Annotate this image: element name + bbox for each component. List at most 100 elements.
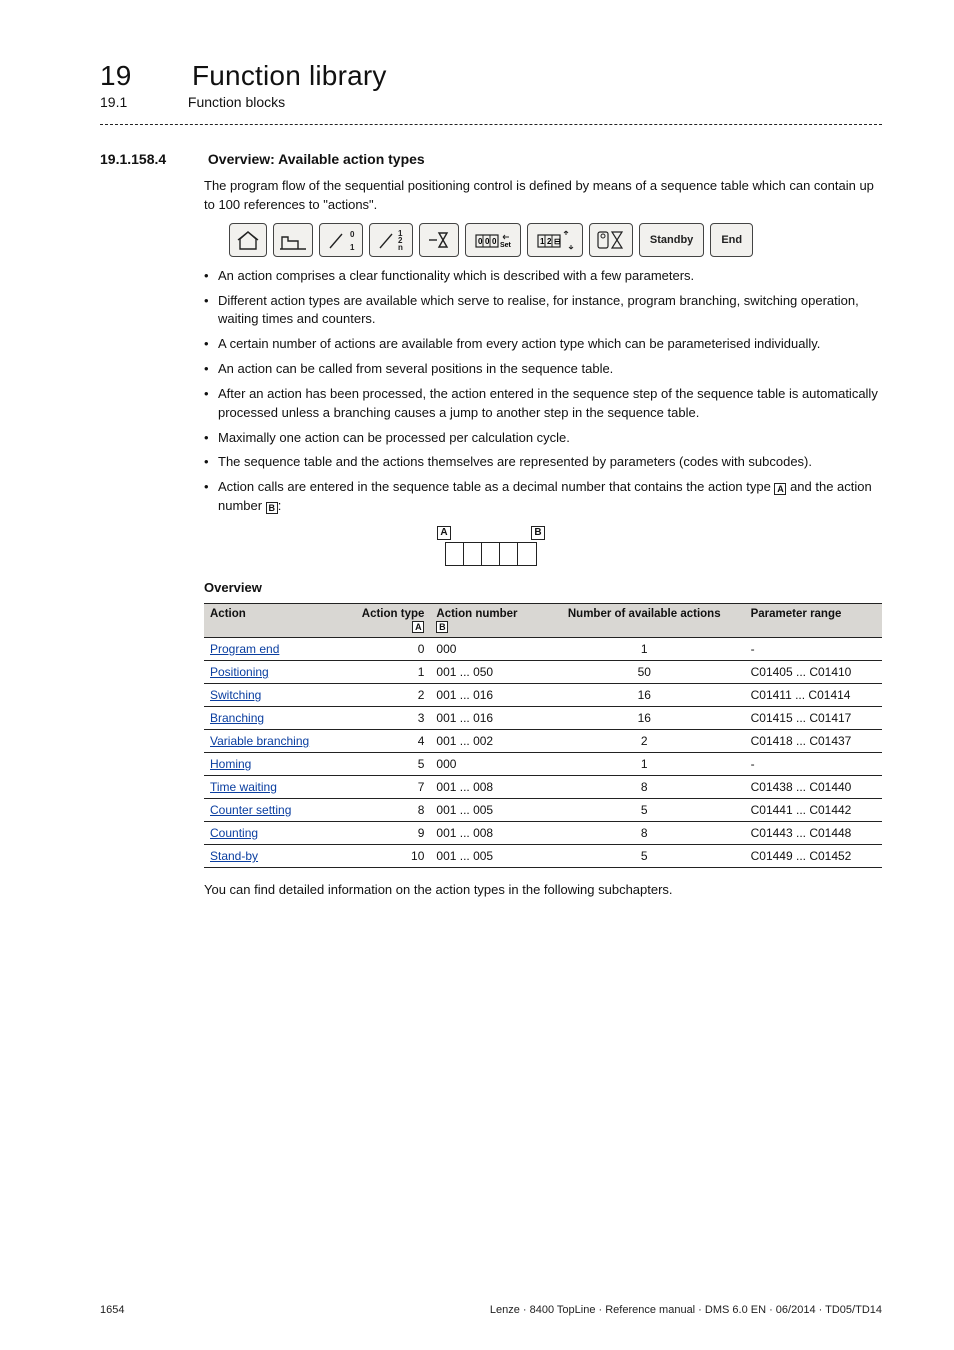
col-number: Action number B [430, 603, 543, 637]
chapter-title: Function library [192, 60, 387, 91]
cell-range: C01418 ... C01437 [745, 729, 882, 752]
cell-range: C01411 ... C01414 [745, 683, 882, 706]
table-row: Positioning1001 ... 05050C01405 ... C014… [204, 660, 882, 683]
cell-range: - [745, 752, 882, 775]
page-number: 1654 [100, 1304, 124, 1316]
list-item: A certain number of actions are availabl… [204, 335, 882, 354]
action-link[interactable]: Program end [210, 642, 279, 656]
table-row: Branching 3001 ... 01616C01415 ... C01417 [204, 706, 882, 729]
divider [100, 124, 882, 125]
cell-type: 10 [339, 844, 430, 867]
end-box: End [710, 223, 753, 257]
cell-available: 16 [544, 683, 745, 706]
table-row: Homing 50001- [204, 752, 882, 775]
counter-12-icon: 12⊟ [527, 223, 583, 257]
action-link[interactable]: Stand-by [210, 849, 258, 863]
section-heading: 19.1.158.4 Overview: Available action ty… [100, 151, 882, 167]
subchapter-title: Function blocks [188, 94, 285, 110]
chapter-heading: 19 Function library [100, 60, 882, 92]
section-title: Overview: Available action types [208, 151, 425, 167]
action-table: Action Action type A Action number B Num… [204, 603, 882, 868]
end-label: End [721, 234, 742, 246]
chapter-number: 19 [100, 60, 184, 92]
action-link[interactable]: Homing [210, 757, 251, 771]
list-item: Different action types are available whi… [204, 292, 882, 330]
col-type: Action type A [339, 603, 430, 637]
cell-number: 001 ... 008 [430, 775, 543, 798]
ab-number-diagram: A B [100, 526, 882, 566]
ramp12n-icon: 12n [369, 223, 413, 257]
section-intro: The program flow of the sequential posit… [204, 177, 882, 215]
col-available: Number of available actions [544, 603, 745, 637]
list-item: After an action has been processed, the … [204, 385, 882, 423]
counter-set-icon: 000Set [465, 223, 521, 257]
cell-number: 001 ... 050 [430, 660, 543, 683]
hourglass-icon [419, 223, 459, 257]
cell-available: 2 [544, 729, 745, 752]
cell-type: 0 [339, 637, 430, 660]
after-table-note: You can find detailed information on the… [204, 882, 882, 897]
action-link[interactable]: Time waiting [210, 780, 277, 794]
cell-number: 000 [430, 752, 543, 775]
cell-available: 5 [544, 798, 745, 821]
home-icon [229, 223, 267, 257]
svg-text:0: 0 [350, 230, 355, 239]
inline-box-b: B [266, 502, 278, 514]
svg-text:n: n [398, 243, 403, 252]
cell-type: 4 [339, 729, 430, 752]
page-footer: 1654 Lenze · 8400 TopLine · Reference ma… [100, 1304, 882, 1316]
cell-number: 001 ... 016 [430, 706, 543, 729]
table-row: Program end00001- [204, 637, 882, 660]
ramp01-icon: 01 [319, 223, 363, 257]
table-row: Counting9001 ... 0088C01443 ... C01448 [204, 821, 882, 844]
svg-text:1: 1 [540, 237, 545, 246]
cell-type: 7 [339, 775, 430, 798]
cell-number: 000 [430, 637, 543, 660]
cell-type: 3 [339, 706, 430, 729]
cell-range: C01438 ... C01440 [745, 775, 882, 798]
action-link[interactable]: Positioning [210, 665, 269, 679]
cell-type: 9 [339, 821, 430, 844]
cell-available: 5 [544, 844, 745, 867]
cell-type: 5 [339, 752, 430, 775]
svg-text:0: 0 [492, 237, 497, 246]
cell-available: 8 [544, 775, 745, 798]
action-link[interactable]: Branching [210, 711, 264, 725]
sandclock-icon [589, 223, 633, 257]
box-letter-a: A [437, 526, 451, 540]
list-item: Action calls are entered in the sequence… [204, 478, 882, 516]
action-link[interactable]: Counting [210, 826, 258, 840]
action-link[interactable]: Switching [210, 688, 261, 702]
cell-range: C01449 ... C01452 [745, 844, 882, 867]
cell-available: 1 [544, 752, 745, 775]
overview-heading: Overview [204, 580, 882, 595]
svg-text:Set: Set [500, 242, 512, 249]
subchapter-number: 19.1 [100, 94, 184, 110]
cell-type: 2 [339, 683, 430, 706]
cell-range: C01441 ... C01442 [745, 798, 882, 821]
svg-text:2: 2 [547, 237, 552, 246]
cell-number: 001 ... 016 [430, 683, 543, 706]
footer-doc: Lenze · 8400 TopLine · Reference manual … [490, 1304, 882, 1316]
cell-range: C01415 ... C01417 [745, 706, 882, 729]
action-link[interactable]: Variable branching [210, 734, 309, 748]
svg-text:0: 0 [478, 237, 483, 246]
table-row: Switching 2001 ... 01616C01411 ... C01414 [204, 683, 882, 706]
cell-available: 1 [544, 637, 745, 660]
cell-number: 001 ... 002 [430, 729, 543, 752]
cell-type: 1 [339, 660, 430, 683]
list-item: Maximally one action can be processed pe… [204, 429, 882, 448]
standby-box: Standby [639, 223, 704, 257]
bullet-list: An action comprises a clear functionalit… [204, 267, 882, 516]
subchapter-heading: 19.1 Function blocks [100, 94, 882, 110]
cell-available: 16 [544, 706, 745, 729]
svg-text:1: 1 [350, 243, 355, 252]
cell-range: C01443 ... C01448 [745, 821, 882, 844]
profile-icon [273, 223, 313, 257]
inline-box-a: A [774, 483, 786, 495]
table-row: Variable branching 4001 ... 0022C01418 ..… [204, 729, 882, 752]
action-link[interactable]: Counter setting [210, 803, 291, 817]
cell-number: 001 ... 005 [430, 798, 543, 821]
cell-available: 50 [544, 660, 745, 683]
table-row: Counter setting8001 ... 0055C01441 ... C… [204, 798, 882, 821]
